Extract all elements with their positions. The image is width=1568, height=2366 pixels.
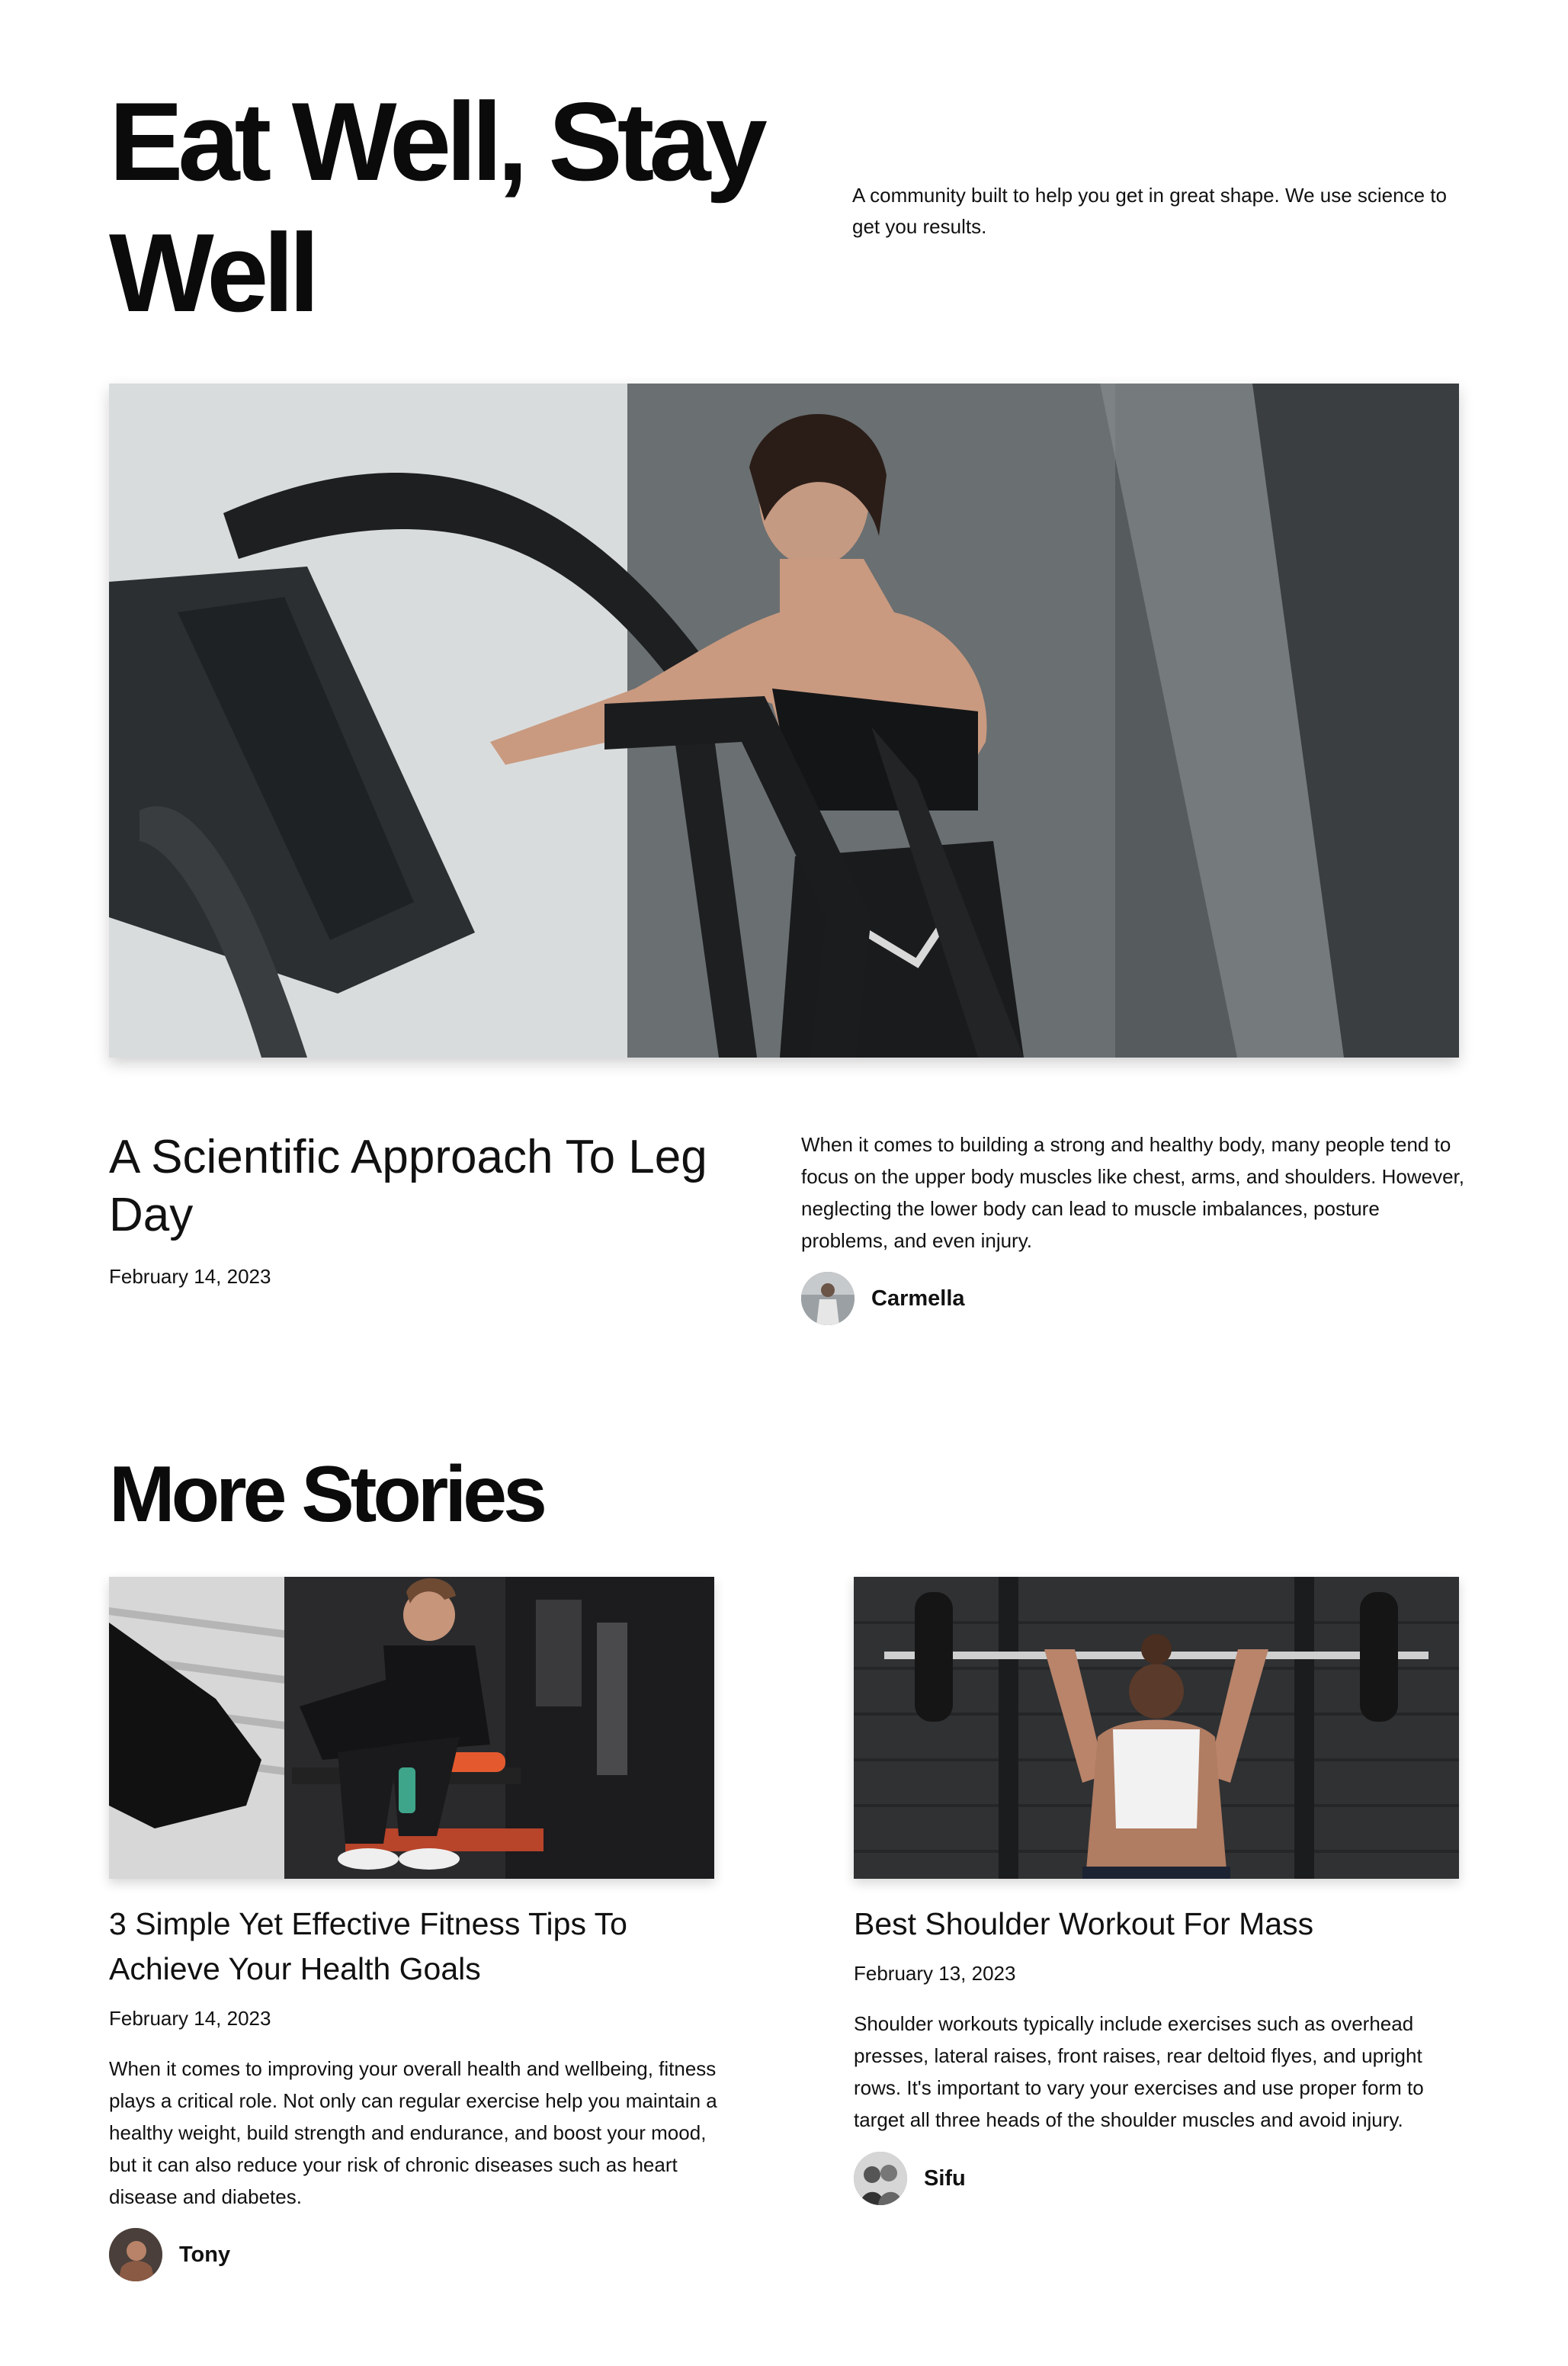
barbell-press-photo-illustration bbox=[854, 1577, 1459, 1879]
avatar bbox=[109, 2228, 162, 2281]
author-name: Sifu bbox=[924, 2165, 966, 2191]
hero-title: Eat Well, Stay Well bbox=[109, 79, 768, 335]
story-date: February 13, 2023 bbox=[854, 1962, 1016, 1985]
more-stories-heading: More Stories bbox=[109, 1450, 547, 1539]
featured-article-date: February 14, 2023 bbox=[109, 1265, 271, 1288]
story-date: February 14, 2023 bbox=[109, 2007, 271, 2030]
story-title[interactable]: 3 Simple Yet Effective Fitness Tips To A… bbox=[109, 1902, 719, 1992]
author-avatar-icon bbox=[854, 2152, 907, 2205]
gym-bench-photo-illustration bbox=[109, 1577, 714, 1879]
story-author[interactable]: Tony bbox=[109, 2228, 230, 2281]
blog-page: Eat Well, Stay Well A community built to… bbox=[0, 0, 1568, 2366]
avatar bbox=[854, 2152, 907, 2205]
story-excerpt: When it comes to improving your overall … bbox=[109, 2057, 717, 2208]
featured-article-excerpt: When it comes to building a strong and h… bbox=[801, 1133, 1464, 1252]
elliptical-photo-illustration bbox=[109, 384, 1459, 1058]
story-title[interactable]: Best Shoulder Workout For Mass bbox=[854, 1902, 1464, 1947]
hero-tagline: A community built to help you get in gre… bbox=[852, 184, 1447, 238]
story-image-shoulder-workout[interactable] bbox=[854, 1577, 1459, 1879]
story-image-fitness-tips[interactable] bbox=[109, 1577, 714, 1879]
featured-article-image[interactable] bbox=[109, 384, 1459, 1058]
author-avatar-icon bbox=[801, 1272, 855, 1325]
story-excerpt: Shoulder workouts typically include exer… bbox=[854, 2012, 1424, 2131]
author-name: Carmella bbox=[871, 1286, 965, 1311]
author-name: Tony bbox=[179, 2242, 231, 2267]
author-avatar-icon bbox=[109, 2228, 162, 2281]
featured-author[interactable]: Carmella bbox=[801, 1272, 965, 1325]
story-author[interactable]: Sifu bbox=[854, 2152, 966, 2205]
avatar bbox=[801, 1272, 855, 1325]
featured-article-title[interactable]: A Scientific Approach To Leg Day bbox=[109, 1128, 757, 1244]
